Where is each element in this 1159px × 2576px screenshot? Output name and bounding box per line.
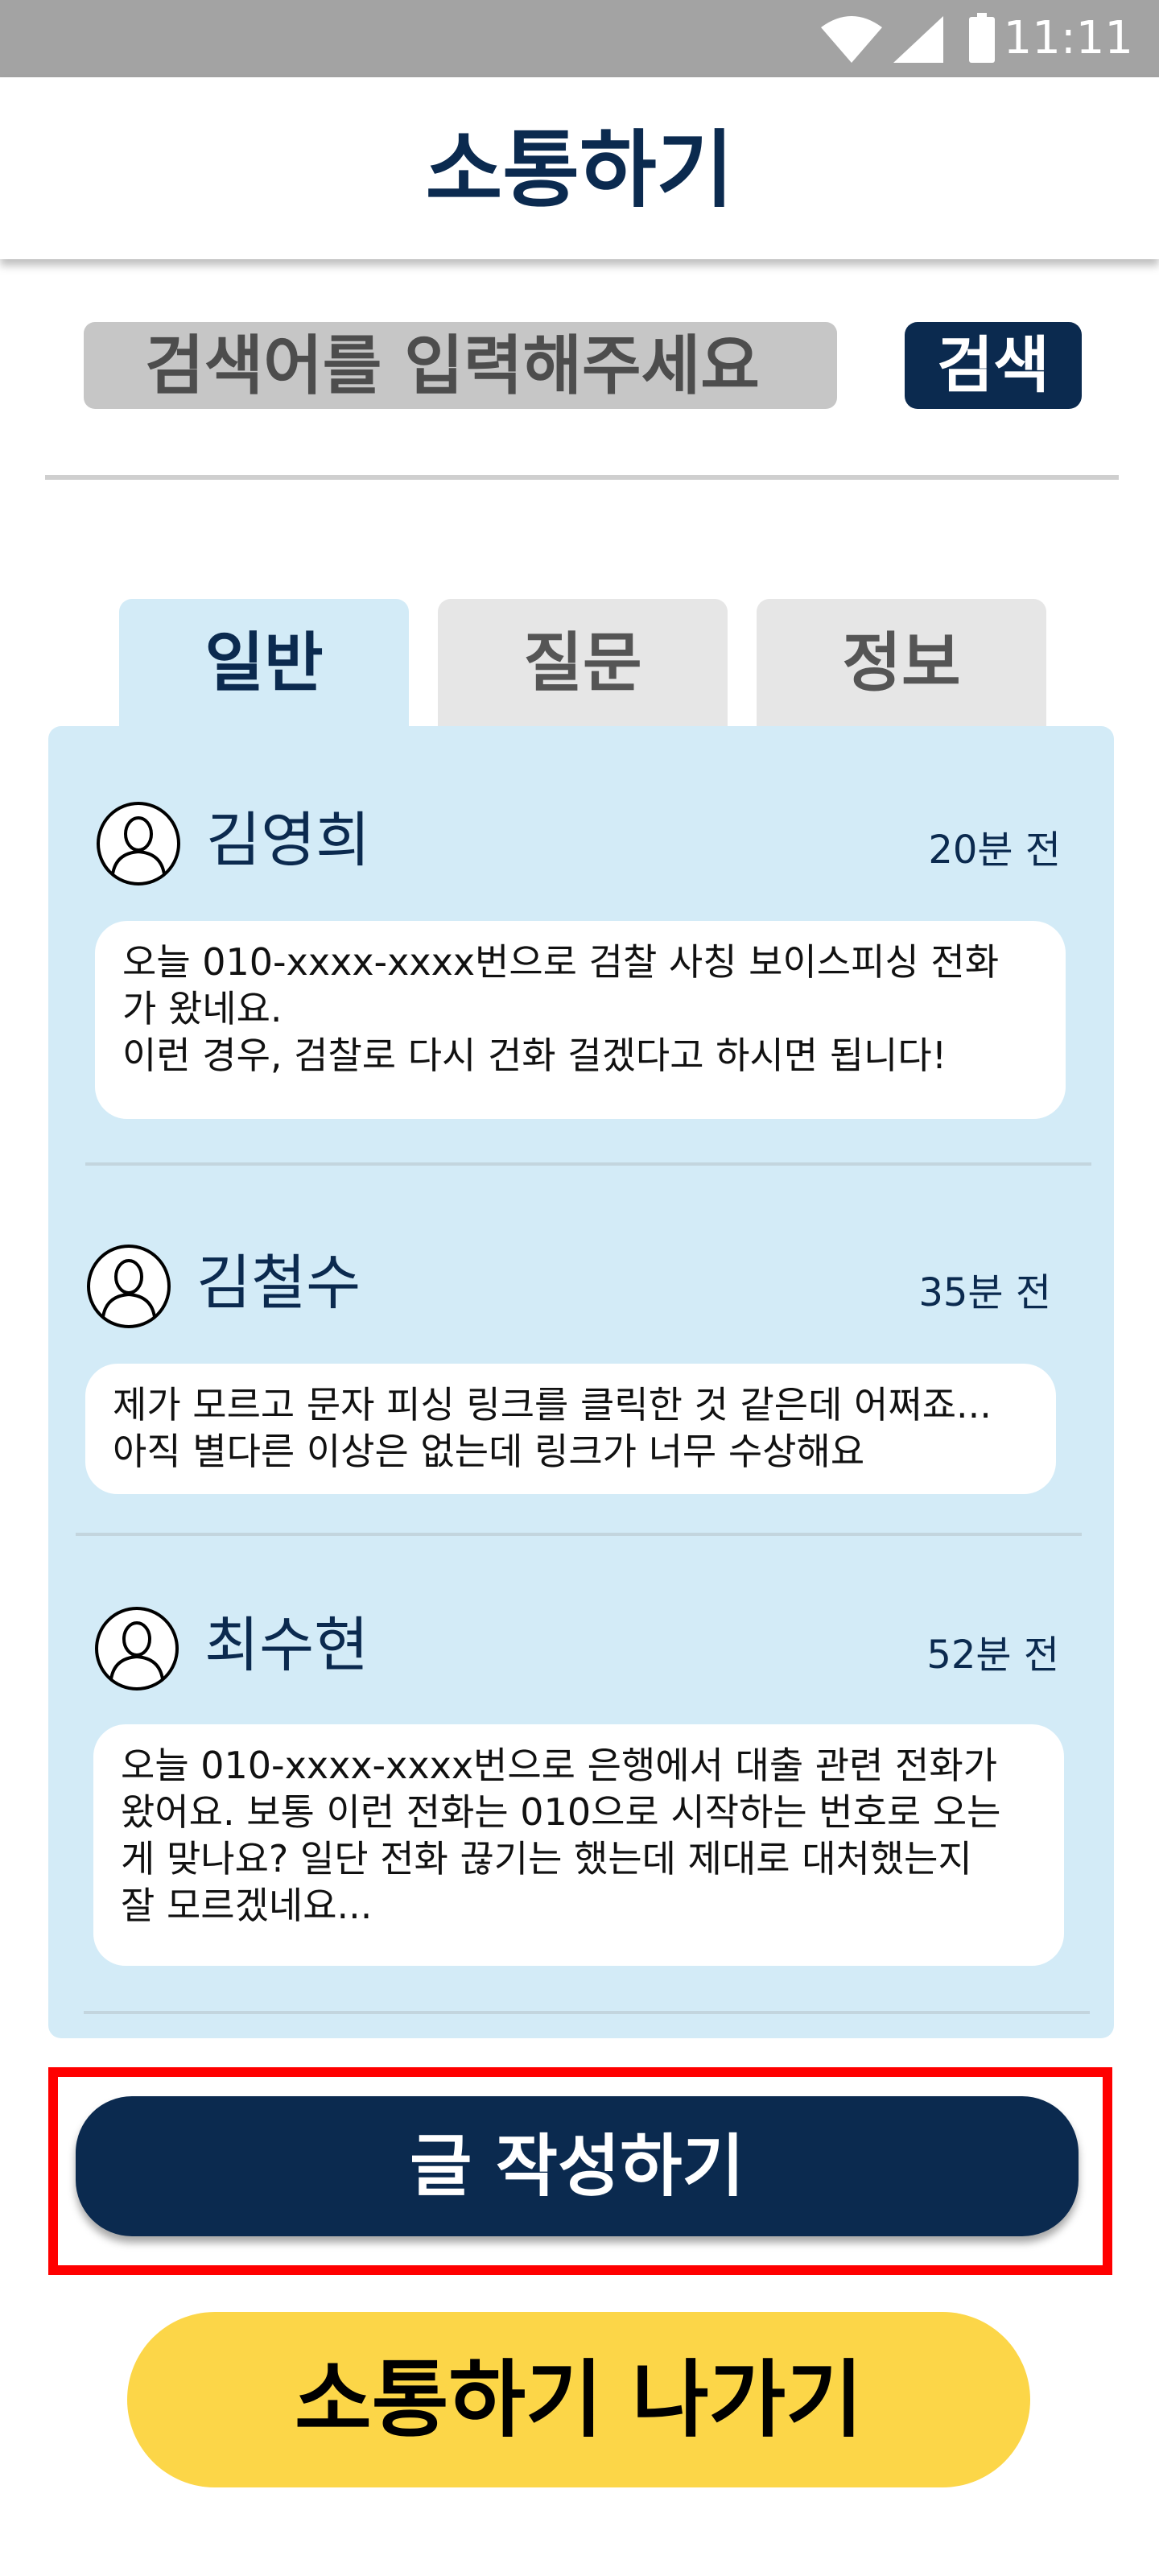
app-header: 소통하기 (0, 77, 1159, 259)
post-author: 김철수 (196, 1249, 361, 1318)
post-time: 35분 전 (918, 1270, 1051, 1315)
post-body: 오늘 010-xxxx-xxxx번으로 은행에서 대출 관련 전화가 왔어요. … (93, 1724, 1064, 1966)
post-body-line: 이런 경우, 검찰로 다시 건화 걸겠다고 하시면 됩니다! (122, 1034, 947, 1077)
post-body: 제가 모르고 문자 피싱 링크를 클릭한 것 같은데 어쩌죠... 아직 별다른… (85, 1364, 1056, 1494)
search-input[interactable] (84, 322, 837, 409)
post-body-line: 잘 모르겠네요... (121, 1884, 373, 1927)
post-body-line: 왔어요. 보통 이런 전화는 010으로 시작하는 번호로 오는 (121, 1790, 1001, 1834)
post-body: 오늘 010-xxxx-xxxx번으로 검찰 사칭 보이스피싱 전화 가 왔네요… (95, 921, 1066, 1119)
battery-icon (969, 13, 995, 63)
post-body-line: 제가 모르고 문자 피싱 링크를 클릭한 것 같은데 어쩌죠... (113, 1383, 992, 1426)
post-divider (84, 2011, 1090, 2014)
write-post-button[interactable]: 글 작성하기 (76, 2096, 1079, 2236)
signal-icon (893, 16, 943, 63)
user-avatar-icon (87, 1245, 171, 1328)
post-body-line: 아직 별다른 이상은 없는데 링크가 너무 수상해요 (113, 1430, 865, 1473)
post-time: 20분 전 (928, 828, 1061, 873)
post-body-line: 오늘 010-xxxx-xxxx번으로 은행에서 대출 관련 전화가 (121, 1744, 998, 1787)
tab-info[interactable]: 정보 (757, 599, 1046, 728)
exit-community-button[interactable]: 소통하기 나가기 (127, 2312, 1030, 2487)
post-divider (85, 1162, 1091, 1166)
status-time: 11:11 (1003, 12, 1133, 64)
post-author: 최수현 (204, 1611, 369, 1680)
status-bar: 11:11 (0, 0, 1159, 77)
post-body-line: 게 맞나요? 일단 전화 끊기는 했는데 제대로 대처했는지 (121, 1837, 972, 1880)
post-time: 52분 전 (926, 1633, 1059, 1678)
tab-general[interactable]: 일반 (119, 599, 409, 728)
post-body-line: 가 왔네요. (122, 987, 283, 1030)
post-body-line: 오늘 010-xxxx-xxxx번으로 검찰 사칭 보이스피싱 전화 (122, 940, 1000, 984)
tab-question[interactable]: 질문 (438, 599, 728, 728)
wifi-icon (821, 16, 882, 63)
search-button[interactable]: 검색 (905, 322, 1082, 409)
page-title: 소통하기 (425, 121, 734, 219)
post-item[interactable]: 김영희 20분 전 오늘 010-xxxx-xxxx번으로 검찰 사칭 보이스피… (95, 800, 1070, 1122)
post-divider (76, 1533, 1082, 1536)
search-divider (45, 475, 1119, 480)
post-item[interactable]: 김철수 35분 전 제가 모르고 문자 피싱 링크를 클릭한 것 같은데 어쩌죠… (85, 1243, 1061, 1494)
post-author: 김영희 (206, 806, 371, 875)
user-avatar-icon (95, 1607, 179, 1690)
post-item[interactable]: 최수현 52분 전 오늘 010-xxxx-xxxx번으로 은행에서 대출 관련… (93, 1605, 1069, 1967)
user-avatar-icon (97, 802, 180, 886)
